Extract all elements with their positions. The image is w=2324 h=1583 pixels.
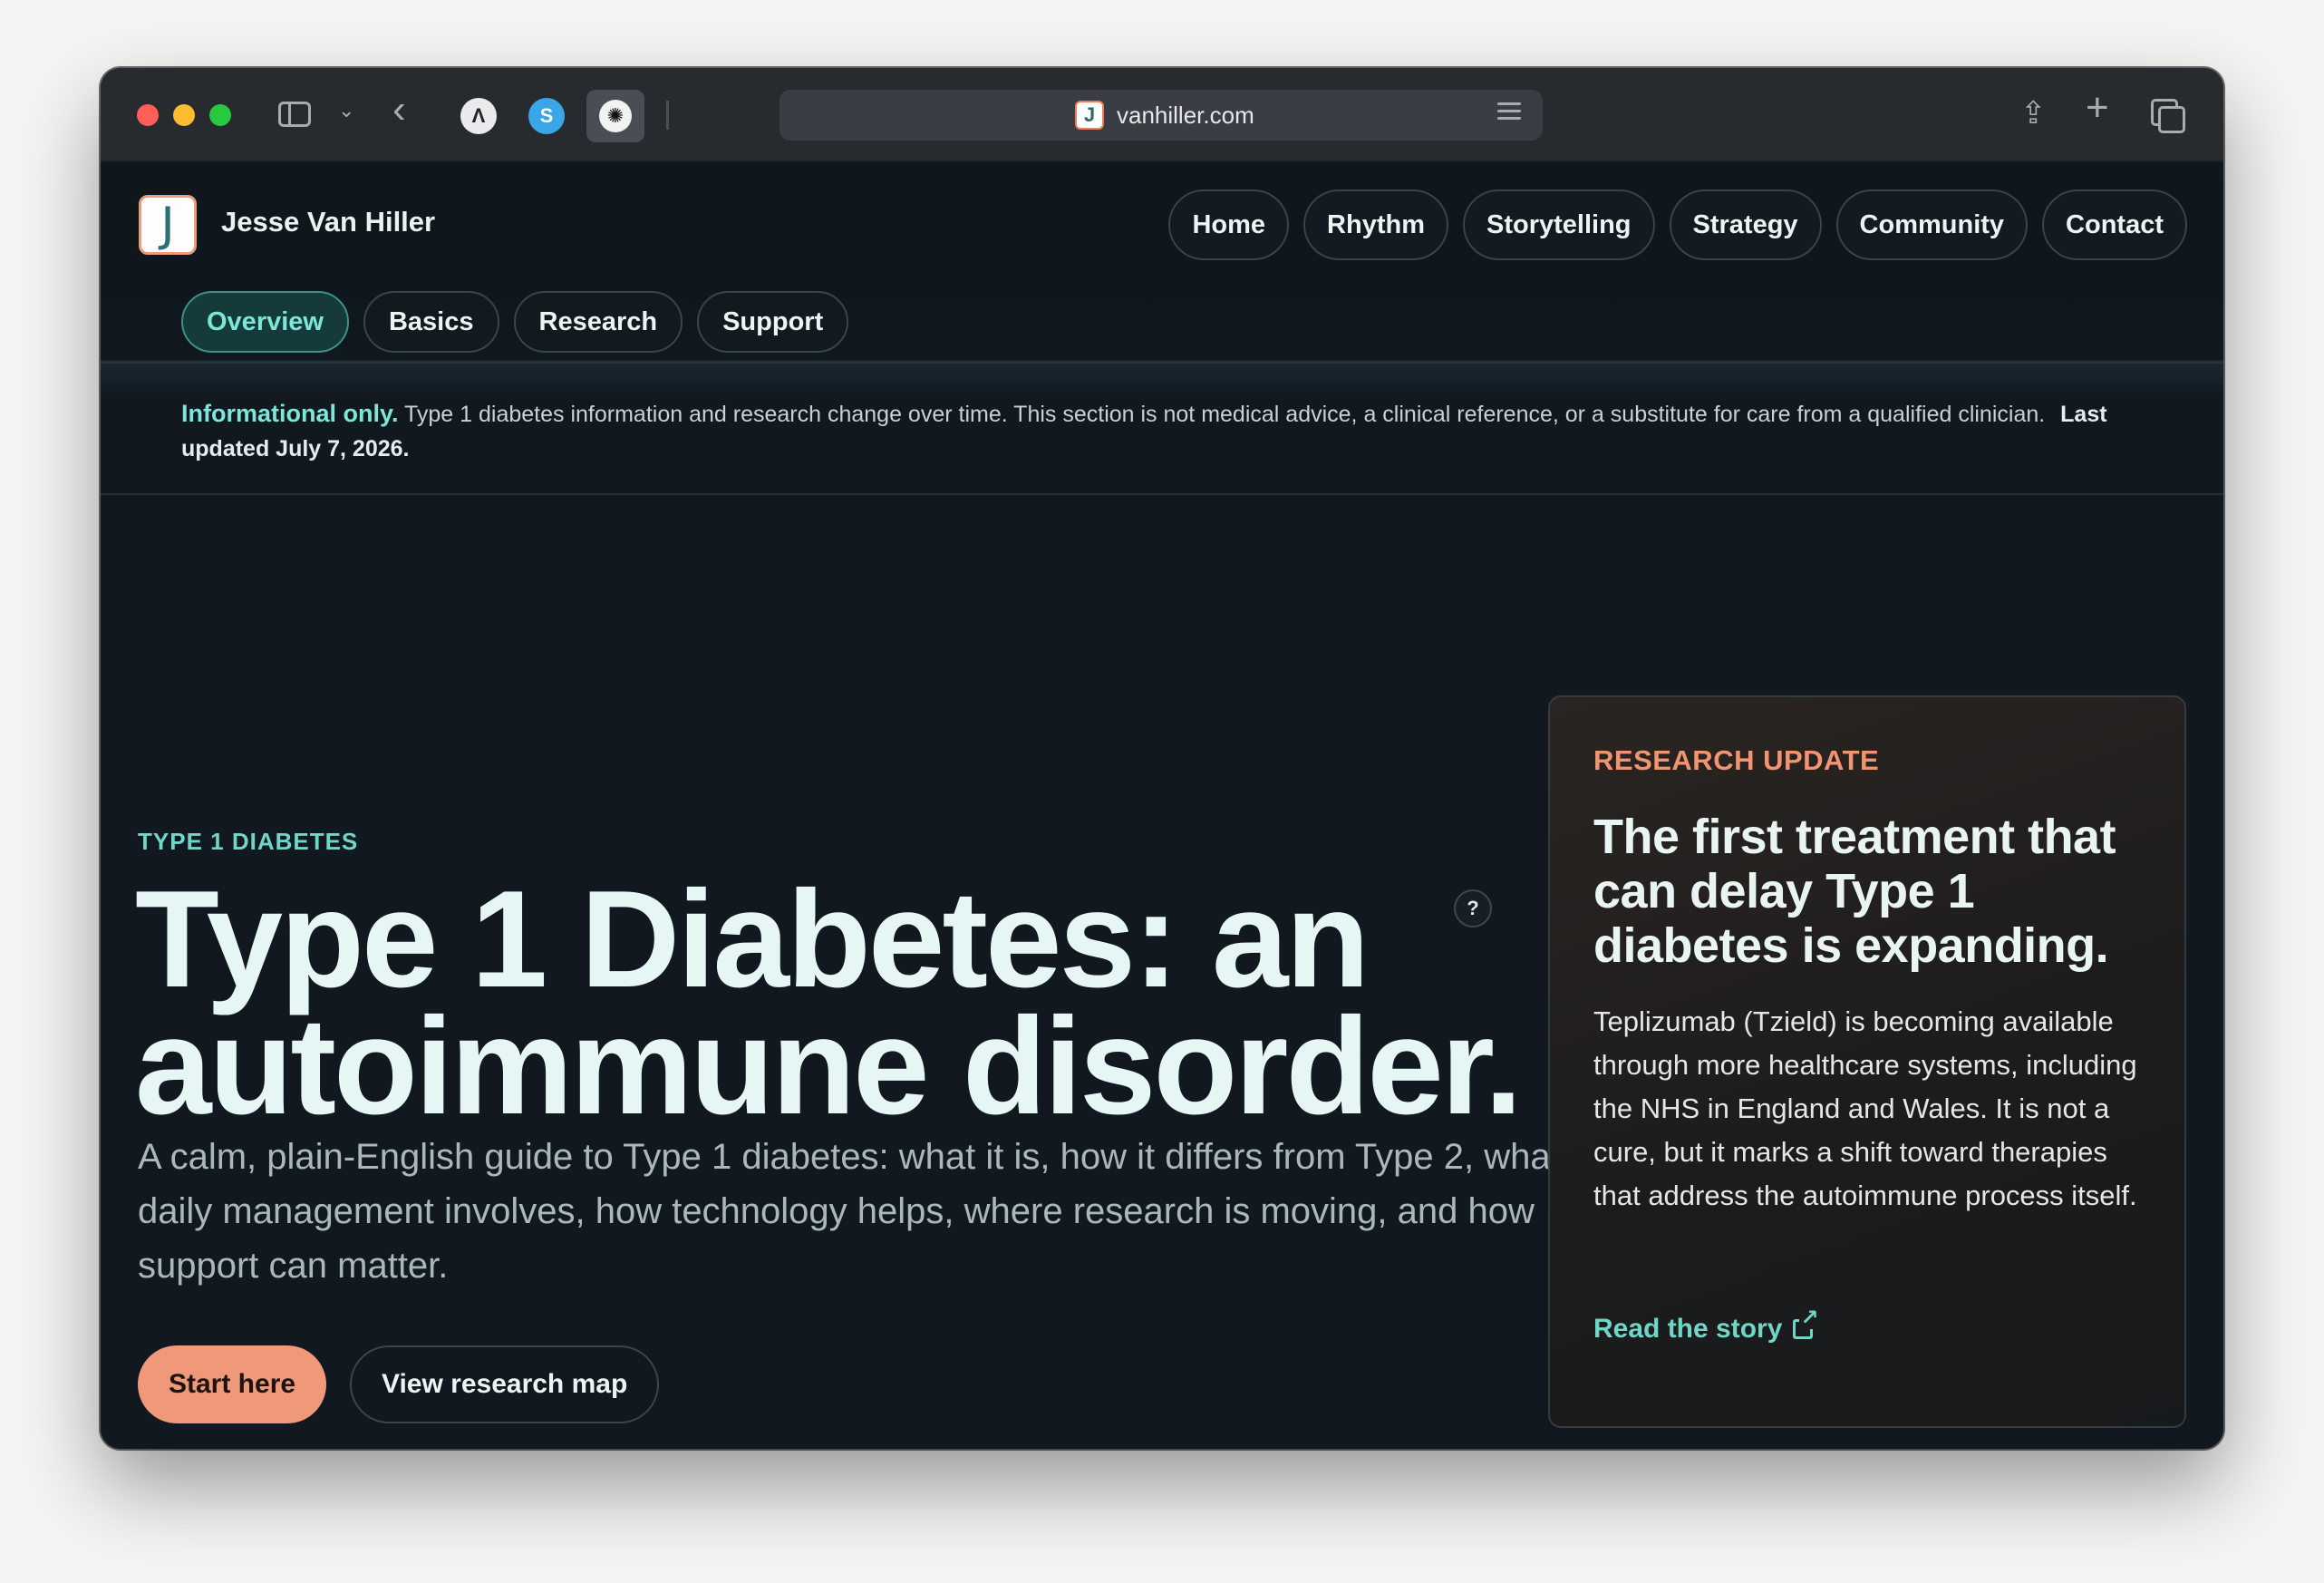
disclaimer-lead: Informational only. (181, 400, 399, 427)
brand-name[interactable]: Jesse Van Hiller (221, 206, 435, 238)
nav-contact[interactable]: Contact (2042, 189, 2187, 260)
back-arrow-icon[interactable]: ‹ (392, 90, 406, 130)
disclaimer: Informational only. Type 1 diabetes info… (181, 396, 2157, 466)
start-here-button[interactable]: Start here (138, 1345, 327, 1423)
section-tabs: Overview Basics Research Support (181, 291, 849, 353)
brand-logo[interactable]: J (139, 195, 197, 255)
zoom-window-button[interactable] (209, 104, 231, 126)
help-button[interactable]: ? (1454, 889, 1492, 927)
page-title-line-2: autoimmune disorder. (135, 989, 1523, 1143)
card-eyebrow: RESEARCH UPDATE (1593, 744, 1880, 776)
nav-home[interactable]: Home (1168, 189, 1290, 260)
hero-eyebrow: TYPE 1 DIABETES (138, 828, 359, 855)
tab-research[interactable]: Research (513, 291, 683, 353)
reader-mode-icon[interactable] (1497, 102, 1521, 128)
card-title: The first treatment that can delay Type … (1593, 810, 2116, 973)
toolbar-divider (666, 101, 669, 130)
close-window-button[interactable] (137, 104, 159, 126)
browser-toolbar: ⌄ ‹ Λ S ✺ J vanhiller.com ⇪ + (101, 68, 2223, 162)
header-glow (101, 360, 2223, 396)
page-title: Type 1 Diabetes: an autoimmune disorder. (135, 870, 1549, 1135)
site-favicon-icon: J (1075, 101, 1104, 130)
main-nav: Home Rhythm Storytelling Strategy Commun… (1168, 189, 2187, 260)
new-tab-icon[interactable]: + (2086, 88, 2109, 128)
tab-support[interactable]: Support (697, 291, 849, 353)
nav-rhythm[interactable]: Rhythm (1303, 189, 1448, 260)
hero-section: TYPE 1 DIABETES Type 1 Diabetes: an auto… (101, 495, 2223, 1449)
share-icon[interactable]: ⇪ (2020, 95, 2047, 131)
minimize-window-button[interactable] (173, 104, 195, 126)
read-the-story-label: Read the story (1593, 1314, 1783, 1344)
address-bar[interactable]: J vanhiller.com (780, 90, 1543, 141)
extension-a-icon[interactable]: Λ (460, 98, 497, 134)
nav-community[interactable]: Community (1835, 189, 2029, 260)
card-body: Teplizumab (Tzield) is becoming availabl… (1593, 1005, 2137, 1211)
external-link-icon (1793, 1307, 1820, 1339)
nav-strategy[interactable]: Strategy (1669, 189, 1822, 260)
sidebar-toggle-icon[interactable] (278, 102, 311, 127)
url-text: vanhiller.com (1117, 102, 1254, 129)
chatgpt-icon: ✺ (599, 100, 632, 132)
read-the-story-link[interactable]: Read the story (1593, 1307, 1820, 1345)
disclaimer-text: Type 1 diabetes information and research… (404, 402, 2046, 427)
research-update-card: RESEARCH UPDATE The first treatment that… (1548, 695, 2186, 1428)
extension-s-icon[interactable]: S (528, 98, 565, 134)
browser-window: ⌄ ‹ Λ S ✺ J vanhiller.com ⇪ + J Jesse Va… (101, 68, 2223, 1449)
nav-storytelling[interactable]: Storytelling (1462, 189, 1655, 260)
hero-description: A calm, plain-English guide to Type 1 di… (138, 1137, 1561, 1286)
chevron-down-icon[interactable]: ⌄ (338, 99, 354, 122)
view-research-map-button[interactable]: View research map (350, 1345, 660, 1423)
extension-chatgpt-button[interactable]: ✺ (586, 90, 644, 142)
tab-basics[interactable]: Basics (363, 291, 499, 353)
tab-overview-icon[interactable] (2151, 99, 2185, 133)
tab-overview[interactable]: Overview (181, 291, 349, 353)
